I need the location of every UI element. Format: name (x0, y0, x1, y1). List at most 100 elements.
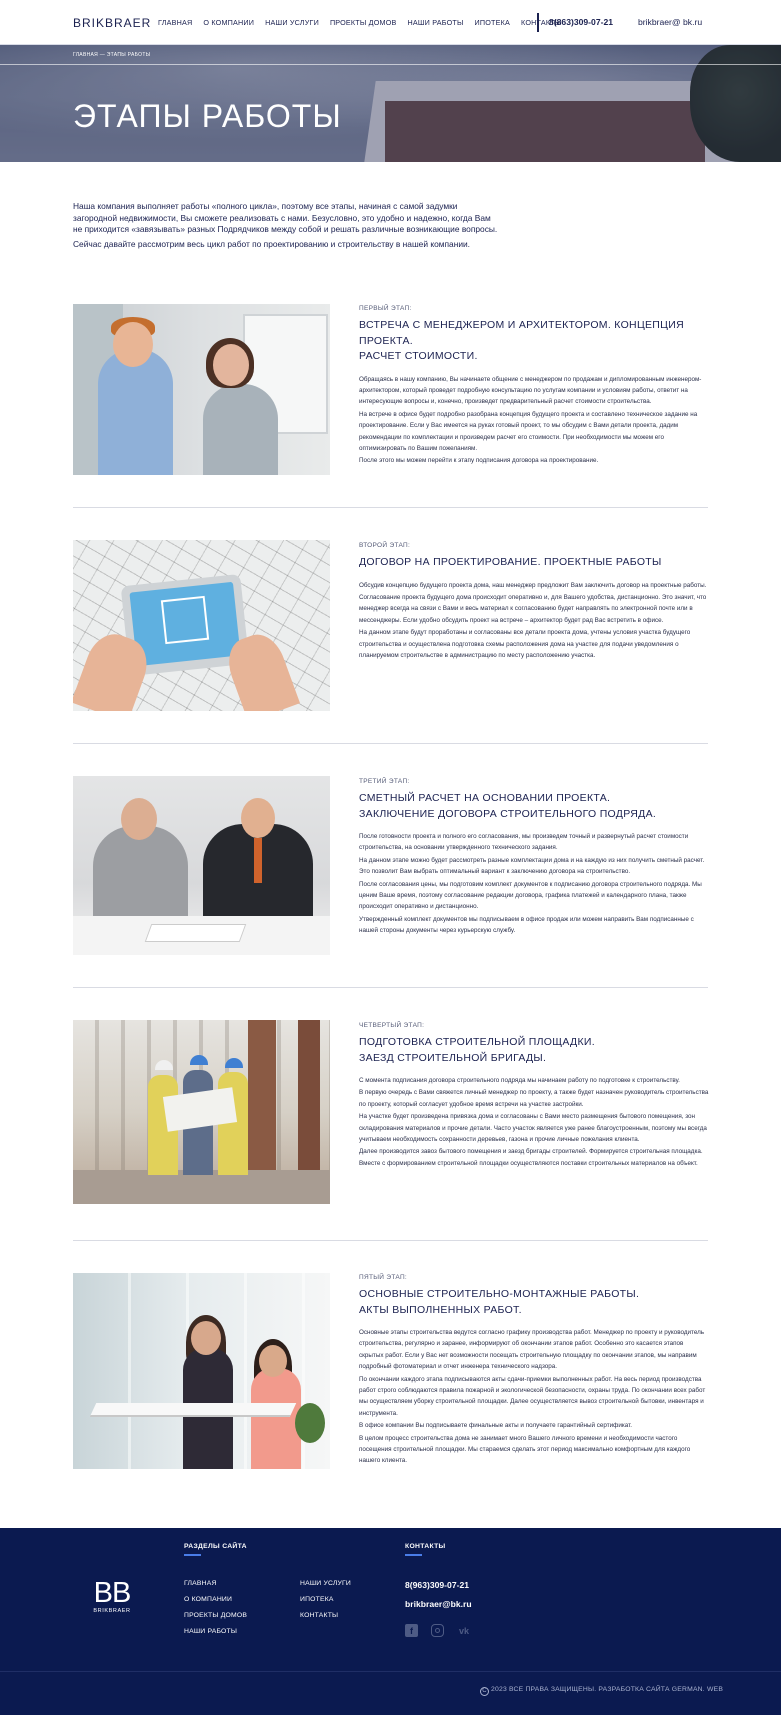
photo-man (98, 349, 173, 475)
stage-title: ВСТРЕЧА С МЕНЕДЖЕРОМ И АРХИТЕКТОРОМ. КОН… (359, 318, 709, 365)
stage-title-line: ЗАЕЗД СТРОИТЕЛЬНОЙ БРИГАДЫ. (359, 1051, 547, 1064)
stage-paragraph: Согласование проекта будущего дома проис… (359, 593, 707, 624)
stage-title-line: СМЕТНЫЙ РАСЧЕТ НА ОСНОВАНИИ ПРОЕКТА. (359, 792, 611, 804)
footer-link-home[interactable]: ГЛАВНАЯ (184, 1580, 217, 1587)
stage-separator (73, 987, 708, 988)
stage-4-text: ЧЕТВЕРТЫЙ ЭТАП: ПОДГОТОВКА СТРОИТЕЛЬНОЙ … (359, 1022, 709, 1170)
nav-link-projects[interactable]: ПРОЕКТЫ ДОМОВ (330, 18, 397, 27)
photo-man-left (93, 826, 188, 926)
footer-divider (0, 1671, 781, 1672)
vk-icon[interactable]: vk (456, 1624, 472, 1637)
stage-paragraph: В офисе компании Вы подписываете финальн… (359, 1422, 633, 1430)
photo-man-head (113, 322, 153, 367)
stage-paragraph: На участке будет произведена привязка до… (359, 1113, 707, 1144)
nav-link-home[interactable]: ГЛАВНАЯ (158, 18, 192, 27)
photo-floor (73, 1170, 330, 1204)
stage-number: ТРЕТИЙ ЭТАП: (359, 778, 410, 785)
footer-link-works[interactable]: НАШИ РАБОТЫ (184, 1628, 237, 1635)
footer-logo-name: BRIKBRAER (93, 1608, 131, 1614)
stage-title-line: ДОГОВОР НА ПРОЕКТИРОВАНИЕ. ПРОЕКТНЫЕ РАБ… (359, 556, 662, 568)
site-header: BRIKBRAER ГЛАВНАЯ О КОМПАНИИ НАШИ УСЛУГИ… (0, 0, 781, 45)
stage-paragraph: Обсудив концепцию будущего проекта дома,… (359, 581, 707, 589)
photo-woman-head (213, 344, 249, 386)
stage-5-image (73, 1273, 330, 1469)
house-icon (160, 595, 210, 645)
nav-link-works[interactable]: НАШИ РАБОТЫ (408, 18, 464, 27)
footer-heading-underline (405, 1554, 422, 1556)
footer-heading-underline (184, 1554, 201, 1556)
stage-paragraph: После этого мы можем перейти к этапу под… (359, 457, 599, 465)
stage-title: ОСНОВНЫЕ СТРОИТЕЛЬНО-МОНТАЖНЫЕ РАБОТЫ. А… (359, 1287, 709, 1318)
stage-paragraph: На встрече в офисе будет подробно разобр… (359, 410, 698, 452)
stage-title-line: АКТЫ ВЫПОЛНЕННЫХ РАБОТ. (359, 1303, 522, 1316)
stage-paragraph: Утвержденный комплект документов мы подп… (359, 915, 694, 935)
copyright-icon: C (480, 1687, 489, 1696)
header-divider (537, 13, 539, 32)
footer-link-about[interactable]: О КОМПАНИИ (184, 1596, 232, 1603)
stage-separator (73, 743, 708, 744)
hero-divider-line (0, 64, 781, 65)
header-phone[interactable]: 8(863)309-07-21 (549, 17, 613, 27)
instagram-glyph (435, 1628, 440, 1633)
stage-2-image (73, 540, 330, 711)
intro-text: Наша компания выполняет работы «полного … (73, 201, 498, 253)
intro-paragraph: Сейчас давайте рассмотрим весь цикл рабо… (73, 238, 470, 249)
stage-title: СМЕТНЫЙ РАСЧЕТ НА ОСНОВАНИИ ПРОЕКТА. ЗАК… (359, 791, 709, 822)
stage-paragraph: На данном этапе можно будет рассмотреть … (359, 856, 705, 876)
facebook-icon[interactable]: f (405, 1624, 418, 1637)
photo-tie (254, 838, 262, 883)
instagram-icon[interactable] (431, 1624, 444, 1637)
main-nav: ГЛАВНАЯ О КОМПАНИИ НАШИ УСЛУГИ ПРОЕКТЫ Д… (158, 18, 561, 27)
site-logo[interactable]: BRIKBRAER (73, 16, 151, 30)
stage-1-image (73, 304, 330, 475)
stage-number: ЧЕТВЕРТЫЙ ЭТАП: (359, 1022, 425, 1029)
stage-paragraph: Основные этапы строительства ведутся сог… (359, 1329, 705, 1371)
stage-separator (73, 1240, 708, 1241)
page-title: ЭТАПЫ РАБОТЫ (73, 98, 342, 134)
stage-title-line: ОСНОВНЫЕ СТРОИТЕЛЬНО-МОНТАЖНЫЕ РАБОТЫ. (359, 1288, 640, 1300)
photo-woman-head (191, 1321, 221, 1355)
footer-phone[interactable]: 8(963)309-07-21 (405, 1580, 469, 1590)
stage-number: ПЯТЫЙ ЭТАП: (359, 1274, 408, 1281)
footer-sections-heading: РАЗДЕЛЫ САЙТА (184, 1543, 247, 1550)
photo-woman (203, 384, 278, 475)
footer-contacts-heading: КОНТАКТЫ (405, 1543, 446, 1550)
stage-title: ДОГОВОР НА ПРОЕКТИРОВАНИЕ. ПРОЕКТНЫЕ РАБ… (359, 555, 709, 571)
photo-desk (89, 1403, 297, 1417)
footer-logo[interactable]: BB BRIKBRAER (91, 1578, 133, 1614)
footer-logo-mark: BB (93, 1577, 132, 1609)
stage-4-image (73, 1020, 330, 1204)
stage-1-text: ПЕРВЫЙ ЭТАП: ВСТРЕЧА С МЕНЕДЖЕРОМ И АРХИ… (359, 305, 709, 468)
stage-number: ВТОРОЙ ЭТАП: (359, 542, 411, 549)
footer-link-projects[interactable]: ПРОЕКТЫ ДОМОВ (184, 1612, 247, 1619)
stage-paragraph: После согласования цены, мы подготовим к… (359, 880, 702, 911)
stage-paragraph: По окончании каждого этапа подписываются… (359, 1375, 706, 1417)
photo-plant (295, 1403, 325, 1443)
stage-paragraph: В целом процесс строительства дома не за… (359, 1434, 691, 1465)
stage-paragraph: Далее производится завоз бытового помеще… (359, 1148, 703, 1167)
stage-number: ПЕРВЫЙ ЭТАП: (359, 305, 412, 312)
stage-title-line: ЗАКЛЮЧЕНИЕ ДОГОВОРА СТРОИТЕЛЬНОГО ПОДРЯД… (359, 807, 657, 820)
stage-3-text: ТРЕТИЙ ЭТАП: СМЕТНЫЙ РАСЧЕТ НА ОСНОВАНИИ… (359, 778, 709, 938)
hero-banner: ГЛАВНАЯ — ЭТАПЫ РАБОТЫ ЭТАПЫ РАБОТЫ (0, 45, 781, 162)
photo-woman (251, 1368, 301, 1469)
nav-link-mortgage[interactable]: ИПОТЕКА (475, 18, 511, 27)
intro-paragraph: Наша компания выполняет работы «полного … (73, 201, 498, 234)
photo-woman-head (259, 1345, 287, 1377)
footer-link-mortgage[interactable]: ИПОТЕКА (300, 1596, 334, 1603)
breadcrumb[interactable]: ГЛАВНАЯ — ЭТАПЫ РАБОТЫ (73, 52, 150, 58)
nav-link-services[interactable]: НАШИ УСЛУГИ (265, 18, 319, 27)
footer-link-services[interactable]: НАШИ УСЛУГИ (300, 1580, 351, 1587)
nav-link-about[interactable]: О КОМПАНИИ (203, 18, 254, 27)
footer-email[interactable]: brikbraer@bk.ru (405, 1599, 472, 1609)
stage-paragraph: С момента подписания договора строительн… (359, 1077, 680, 1084)
stage-title-line: ВСТРЕЧА С МЕНЕДЖЕРОМ И АРХИТЕКТОРОМ. КОН… (359, 319, 684, 347)
photo-document (144, 924, 247, 942)
stage-3-image (73, 776, 330, 955)
header-email[interactable]: brikbraer@ bk.ru (638, 17, 702, 27)
footer-link-contacts[interactable]: КОНТАКТЫ (300, 1612, 338, 1619)
stage-separator (73, 507, 708, 508)
footer-copyright: C 2023 ВСЕ ПРАВА ЗАЩИЩЕНЫ. РАЗРАБОТКА САЙ… (480, 1686, 723, 1696)
stage-paragraph: После готовности проекта и полного его с… (359, 833, 689, 852)
stage-paragraph: На данном этапе будут проработаны и согл… (359, 629, 691, 659)
